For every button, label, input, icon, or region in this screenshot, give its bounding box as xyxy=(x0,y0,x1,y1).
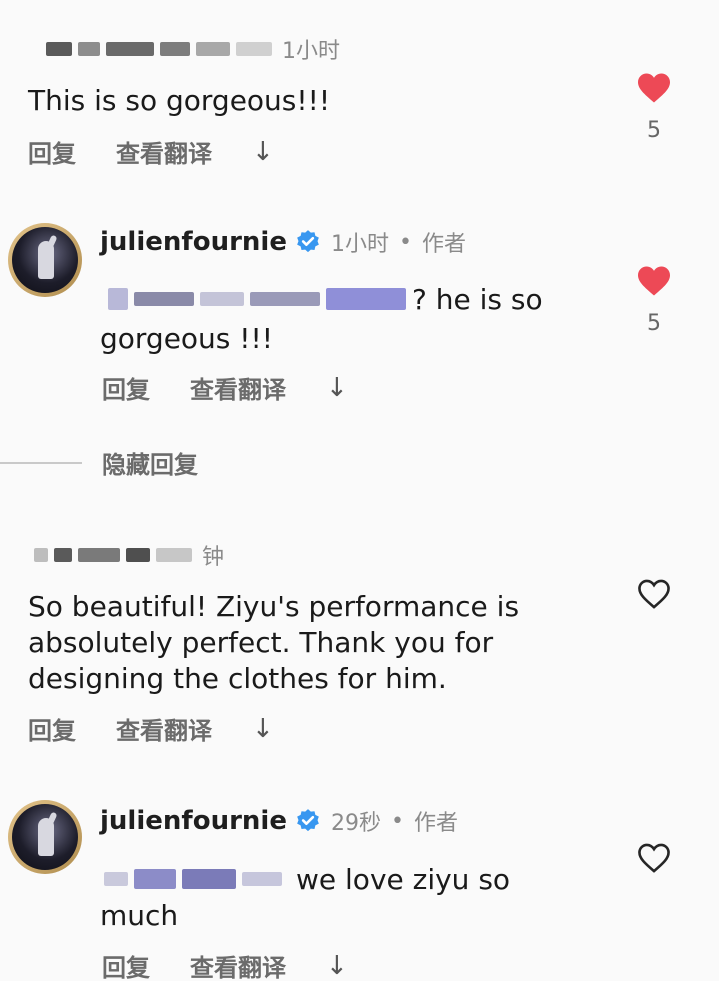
arrow-down-icon[interactable]: ↓ xyxy=(252,137,274,167)
arrow-down-icon[interactable]: ↓ xyxy=(252,714,274,744)
comment-time: 29秒 xyxy=(330,811,381,836)
redacted-username xyxy=(236,42,272,56)
avatar-arm xyxy=(44,234,58,254)
arrow-down-icon[interactable]: ↓ xyxy=(326,951,348,981)
like-button[interactable]: 5 xyxy=(634,72,674,143)
comment-text: much xyxy=(100,899,179,932)
comment-text: ? he is so xyxy=(412,282,543,316)
comment-time: 1小时 xyxy=(330,232,389,257)
redacted-mention xyxy=(326,288,406,310)
comment-line-1: ? he is so xyxy=(108,282,543,316)
redacted-username xyxy=(126,548,150,562)
divider xyxy=(0,461,82,464)
redacted-username xyxy=(106,42,154,56)
redacted-username xyxy=(196,42,230,56)
hide-replies-button[interactable]: 隐藏回复 xyxy=(102,445,198,480)
comment-text-line-3: designing the clothes for him. xyxy=(28,662,447,695)
comment-time: 1小时 xyxy=(282,39,340,64)
avatar[interactable] xyxy=(8,800,82,874)
comment-actions: 回复 查看翻译 ↓ xyxy=(28,711,314,746)
comment-meta: 1小时 xyxy=(46,34,340,64)
redacted-mention xyxy=(200,292,244,306)
reply-button[interactable]: 回复 xyxy=(28,134,76,169)
redacted-mention xyxy=(104,872,128,886)
reply-button[interactable]: 回复 xyxy=(28,711,76,746)
redacted-username xyxy=(46,42,72,56)
arrow-down-icon[interactable]: ↓ xyxy=(326,373,348,403)
comment-time: 钟 xyxy=(202,545,225,570)
translate-button[interactable]: 查看翻译 xyxy=(190,370,286,405)
avatar-image xyxy=(12,804,78,870)
comment-text: we love ziyu so xyxy=(296,862,511,896)
redacted-mention xyxy=(134,869,176,889)
comment-meta: 钟 xyxy=(34,540,224,570)
redacted-mention xyxy=(134,292,194,306)
avatar-arm xyxy=(44,811,58,831)
author-tag: 作者 xyxy=(413,811,458,836)
translate-button[interactable]: 查看翻译 xyxy=(116,134,212,169)
meta-separator: • xyxy=(398,229,412,255)
comment-meta: julienfournie 1小时 • 作者 xyxy=(100,227,466,257)
hide-replies[interactable]: 隐藏回复 xyxy=(0,445,198,480)
redacted-mention xyxy=(250,292,320,306)
like-count: 5 xyxy=(647,118,661,143)
redacted-mention xyxy=(182,869,236,889)
comment-text: This is so gorgeous!!! xyxy=(28,84,331,117)
verified-badge-icon xyxy=(297,230,319,253)
heart-outline-icon[interactable] xyxy=(636,578,672,610)
heart-filled-icon[interactable] xyxy=(636,265,672,297)
avatar[interactable] xyxy=(8,223,82,297)
verified-badge-icon xyxy=(297,809,319,832)
redacted-username xyxy=(78,42,100,56)
redacted-username xyxy=(156,548,192,562)
comment-text: gorgeous !!! xyxy=(100,322,273,355)
heart-outline-icon[interactable] xyxy=(636,842,672,874)
meta-separator: • xyxy=(390,808,404,834)
username[interactable]: julienfournie xyxy=(100,227,287,257)
reply-button[interactable]: 回复 xyxy=(102,370,150,405)
redacted-mention xyxy=(108,288,128,310)
heart-filled-icon[interactable] xyxy=(636,72,672,104)
like-button[interactable]: 5 xyxy=(634,265,674,336)
comment-meta: julienfournie 29秒 • 作者 xyxy=(100,806,458,836)
redacted-username xyxy=(160,42,190,56)
translate-button[interactable]: 查看翻译 xyxy=(190,948,286,981)
author-tag: 作者 xyxy=(421,232,466,257)
reply-button[interactable]: 回复 xyxy=(102,948,150,981)
redacted-username xyxy=(78,548,120,562)
comment-actions: 回复 查看翻译 ↓ xyxy=(102,370,388,405)
comment-actions: 回复 查看翻译 ↓ xyxy=(102,948,388,981)
translate-button[interactable]: 查看翻译 xyxy=(116,711,212,746)
username[interactable]: julienfournie xyxy=(100,806,287,836)
avatar-image xyxy=(12,227,78,293)
like-count: 5 xyxy=(647,311,661,336)
redacted-username xyxy=(54,548,72,562)
like-button[interactable] xyxy=(634,842,674,874)
comment-line-1: we love ziyu so xyxy=(104,862,510,896)
comment-actions: 回复 查看翻译 ↓ xyxy=(28,134,314,169)
redacted-mention xyxy=(242,872,282,886)
redacted-username xyxy=(34,548,48,562)
like-button[interactable] xyxy=(634,578,674,610)
